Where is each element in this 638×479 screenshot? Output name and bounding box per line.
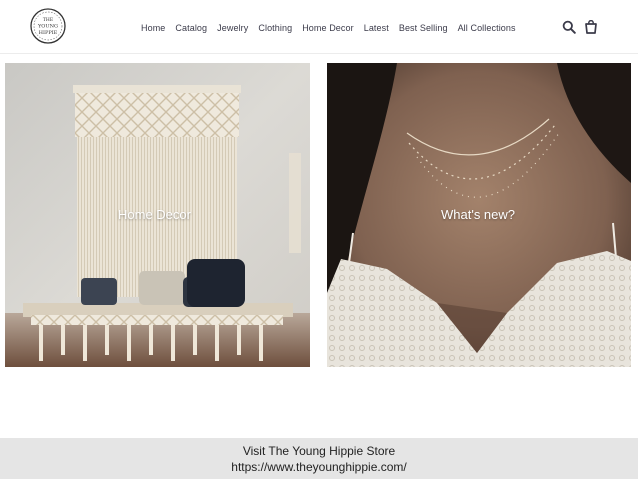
nav-item-latest[interactable]: Latest bbox=[364, 23, 389, 33]
site-header: THE YOUNG HIPPIE Home Catalog Jewelry Cl… bbox=[0, 0, 638, 54]
nav-item-best-selling[interactable]: Best Selling bbox=[399, 23, 448, 33]
store-url-link[interactable]: https://www.theyounghippie.com/ bbox=[0, 459, 638, 475]
caption-title: Visit The Young Hippie Store bbox=[242, 444, 396, 458]
home-decor-label: Home Decor bbox=[118, 207, 191, 222]
logo-text-2: YOUNG bbox=[37, 24, 58, 30]
nav-item-home[interactable]: Home bbox=[141, 23, 165, 33]
whats-new-label: What's new? bbox=[441, 207, 516, 222]
nav-item-all-collections[interactable]: All Collections bbox=[458, 23, 516, 33]
store-logo[interactable]: THE YOUNG HIPPIE bbox=[29, 4, 67, 48]
nav-item-home-decor[interactable]: Home Decor bbox=[302, 23, 354, 33]
whats-new-tile[interactable]: What's new? bbox=[327, 63, 631, 367]
logo-text-1: THE bbox=[43, 17, 53, 23]
store-caption: Visit The Young Hippie Store https://www… bbox=[0, 438, 638, 479]
nav-item-clothing[interactable]: Clothing bbox=[258, 23, 292, 33]
logo-text-3: HIPPIE bbox=[39, 30, 58, 36]
main-nav: Home Catalog Jewelry Clothing Home Decor… bbox=[141, 23, 526, 33]
search-icon[interactable] bbox=[562, 20, 576, 34]
nav-item-catalog[interactable]: Catalog bbox=[175, 23, 207, 33]
home-decor-tile[interactable]: Home Decor bbox=[5, 63, 310, 367]
nav-item-jewelry[interactable]: Jewelry bbox=[217, 23, 248, 33]
cart-icon[interactable] bbox=[584, 20, 598, 34]
